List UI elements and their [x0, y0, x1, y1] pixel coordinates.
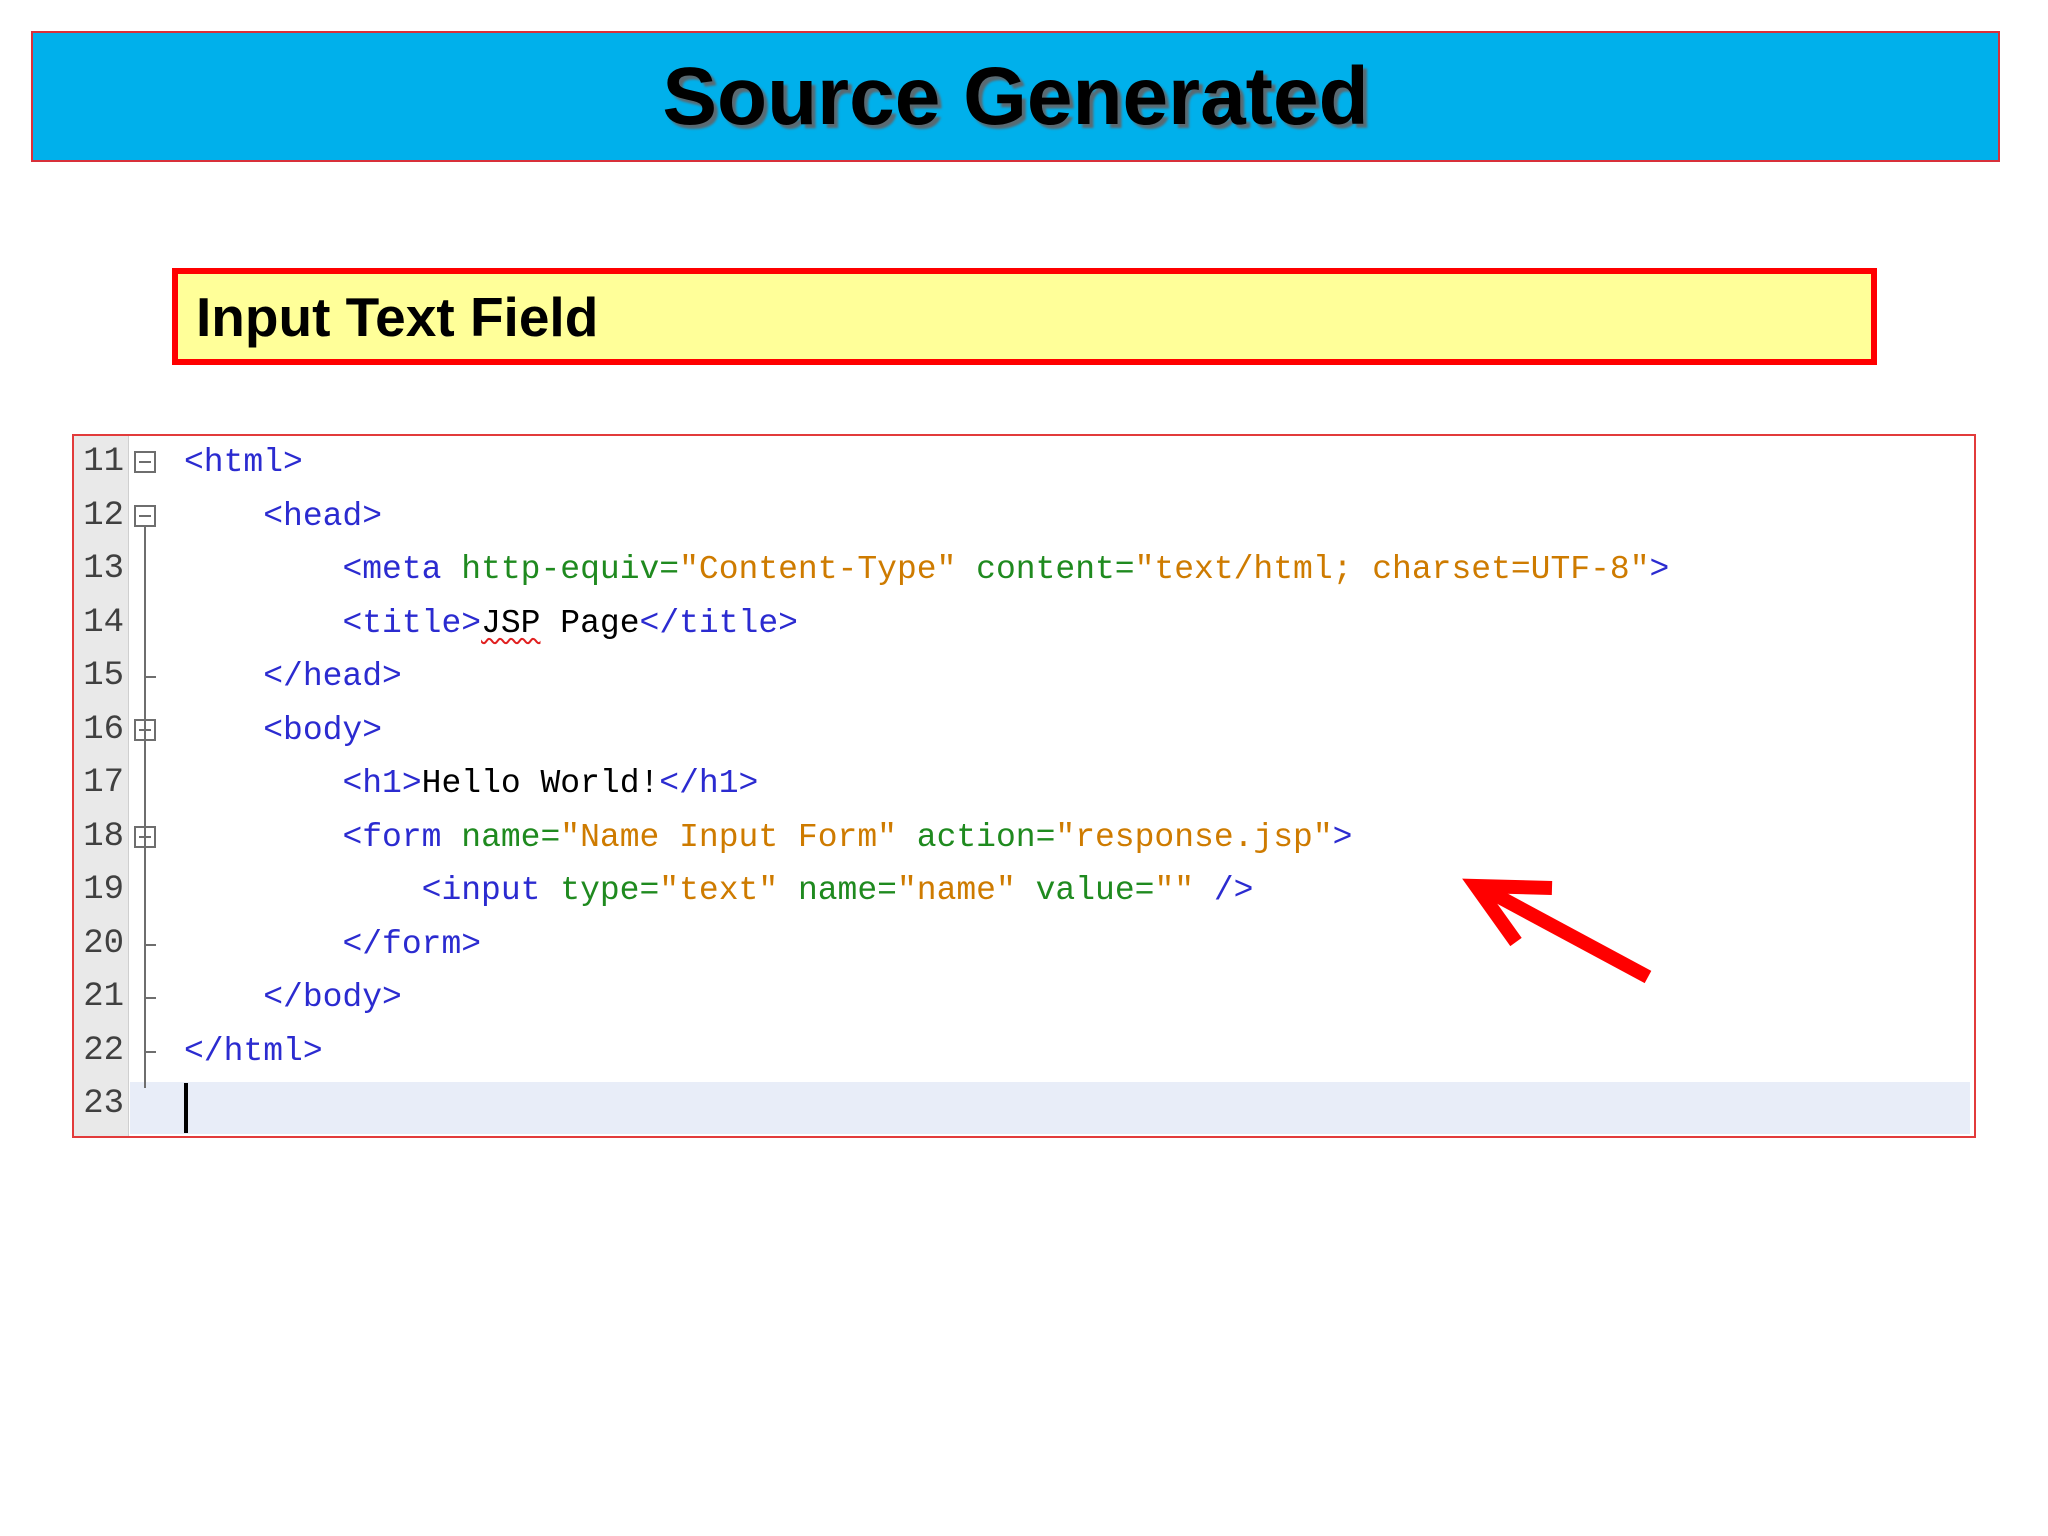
code-line[interactable]: <input type="text" name="name" value="" … — [184, 864, 1254, 917]
code-token: <html> — [184, 444, 303, 481]
subtitle-text: Input Text Field — [196, 285, 599, 348]
fold-collapse-icon[interactable] — [134, 451, 156, 473]
code-editor[interactable]: 11 <html> 12 <head> 13 <meta http-equiv="Co… — [72, 434, 1976, 1138]
code-token: name= — [797, 872, 897, 909]
text-caret — [184, 1083, 188, 1133]
spell-error-token: JSP — [481, 604, 541, 642]
line-number: 19 — [83, 871, 124, 909]
fold-end-tick — [144, 1050, 156, 1053]
fold-end-tick — [144, 997, 156, 999]
code-token: <title> — [342, 604, 482, 642]
subtitle-box: Input Text Field — [172, 268, 1877, 365]
code-token: type= — [560, 872, 660, 909]
code-token: <meta — [342, 551, 462, 588]
code-line[interactable]: </body> — [184, 971, 402, 1024]
line-number: 17 — [83, 764, 124, 802]
code-token: Hello World! — [421, 765, 660, 802]
code-token: Page — [540, 604, 640, 642]
code-line[interactable]: </head> — [184, 650, 402, 703]
slide-title-bar: Source Generated — [31, 31, 2000, 162]
line-number: 16 — [83, 710, 124, 749]
code-token: > — [1649, 551, 1670, 588]
code-token: <h1> — [342, 765, 422, 802]
fold-guide-line — [144, 526, 146, 1088]
fold-end-tick — [144, 676, 156, 678]
code-token: "" — [1154, 872, 1195, 909]
code-token: </title> — [639, 604, 798, 642]
slide-title: Source Generated — [662, 50, 1369, 142]
fold-end-tick — [144, 943, 156, 946]
code-token: "text" — [659, 872, 779, 909]
code-token: > — [1332, 818, 1353, 856]
code-token: /> — [1213, 872, 1254, 909]
code-token: <input — [421, 872, 561, 909]
code-line[interactable]: <h1>Hello World!</h1> — [184, 757, 758, 810]
code-token: </h1> — [659, 765, 759, 802]
code-token: <head> — [263, 497, 383, 535]
code-line[interactable]: <html> — [184, 436, 303, 489]
current-line-highlight — [130, 1082, 1970, 1134]
code-token: </body> — [263, 979, 402, 1016]
line-number: 12 — [83, 496, 124, 535]
code-token: </form> — [342, 925, 482, 963]
line-number: 13 — [83, 550, 124, 588]
line-number: 20 — [83, 924, 124, 963]
code-line[interactable]: </form> — [184, 918, 481, 971]
code-line[interactable]: <title>JSP Page</title> — [184, 597, 798, 650]
code-token: <body> — [263, 711, 383, 749]
code-token: name= — [461, 818, 561, 856]
line-number: 14 — [83, 603, 124, 642]
line-number: 21 — [83, 978, 124, 1016]
code-line[interactable]: </html> — [184, 1025, 323, 1078]
line-number: 23 — [83, 1085, 124, 1123]
code-line[interactable]: <body> — [184, 704, 382, 757]
code-token: action= — [916, 818, 1056, 856]
code-line[interactable]: <form name="Name Input Form" action="res… — [184, 811, 1352, 864]
code-token: </html> — [184, 1032, 323, 1070]
code-token: "Name Input Form" — [560, 818, 897, 856]
code-token: value= — [1035, 872, 1155, 909]
code-token: <form — [342, 818, 462, 856]
code-token: "Content-Type" — [679, 551, 957, 588]
code-token: "text/html; charset=UTF-8" — [1134, 551, 1650, 588]
line-number: 11 — [83, 443, 124, 481]
fold-collapse-icon[interactable] — [134, 504, 156, 527]
line-number: 15 — [83, 657, 124, 695]
code-token: "response.jsp" — [1055, 818, 1333, 856]
code-token: "name" — [896, 872, 1016, 909]
code-token: http-equiv= — [461, 551, 680, 588]
line-number: 18 — [83, 817, 124, 856]
code-line[interactable]: <meta http-equiv="Content-Type" content=… — [184, 543, 1669, 596]
code-token: content= — [976, 551, 1135, 588]
line-number: 22 — [83, 1031, 124, 1070]
code-token: </head> — [263, 658, 402, 695]
code-line[interactable]: <head> — [184, 490, 382, 543]
